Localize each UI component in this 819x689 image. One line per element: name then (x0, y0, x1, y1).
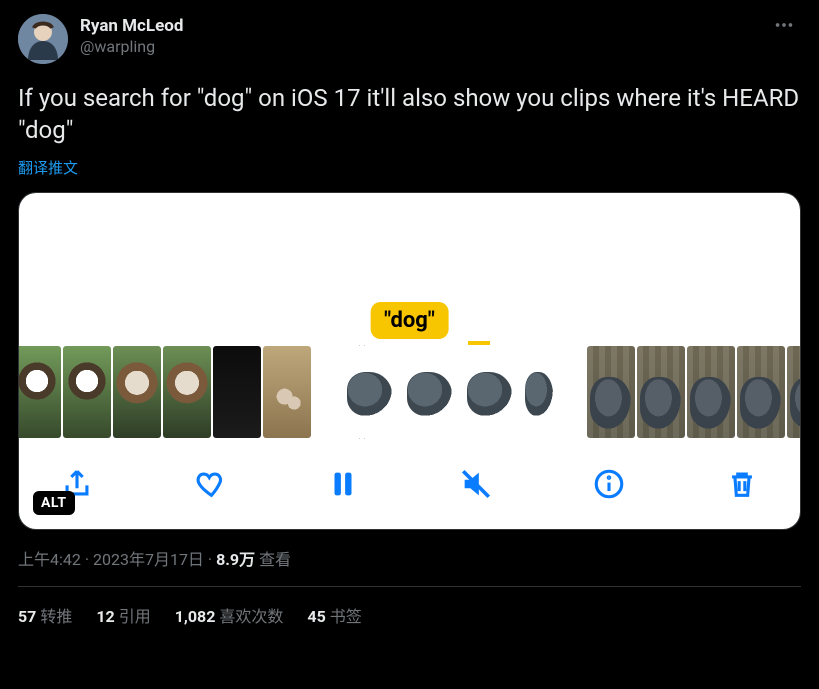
translate-link[interactable]: 翻译推文 (18, 157, 78, 178)
media-top-area: "dog" (19, 193, 800, 345)
thumbnail (737, 346, 785, 438)
likes-count: 1,082 (175, 607, 216, 626)
alt-badge[interactable]: ALT (33, 491, 75, 515)
thumbnail (637, 346, 685, 438)
mute-button[interactable] (456, 464, 496, 504)
tweet-meta: 上午4:42 · 2023年7月17日 · 8.9万 查看 (18, 546, 801, 570)
info-button[interactable] (589, 464, 629, 504)
media-inner: "dog" (19, 193, 800, 529)
bookmarks-stat[interactable]: 45 书签 (307, 603, 361, 627)
thumbnail (113, 346, 161, 438)
quotes-count: 12 (96, 607, 114, 626)
thumbnail (687, 346, 735, 438)
bookmarks-label: 书签 (330, 607, 362, 626)
clip-group-3 (587, 346, 800, 438)
like-button[interactable] (190, 464, 230, 504)
thumbnail (19, 346, 61, 438)
handle[interactable]: @warpling (80, 37, 767, 57)
meta-sep: · (81, 550, 93, 569)
likes-label: 喜欢次数 (219, 607, 283, 626)
tweet-text: If you search for "dog" on iOS 17 it'll … (18, 82, 801, 147)
thumbnail (213, 346, 261, 438)
more-button[interactable] (767, 14, 801, 37)
info-icon (592, 467, 626, 501)
retweets-label: 转推 (40, 607, 72, 626)
thumbnail (587, 346, 635, 438)
pause-icon (326, 467, 360, 501)
thumbnail (63, 346, 111, 438)
thumbnail (263, 346, 311, 438)
avatar-image (18, 14, 68, 64)
video-timeline[interactable] (19, 345, 800, 439)
retweets-count: 57 (18, 607, 36, 626)
retweets-stat[interactable]: 57转推 (18, 603, 72, 627)
quotes-stat[interactable]: 12 引用 (96, 603, 150, 627)
search-token-badge: "dog" (370, 302, 449, 339)
thumbnail (163, 346, 211, 438)
thumbnail (521, 346, 557, 438)
more-icon (773, 14, 795, 36)
bookmarks-count: 45 (307, 607, 325, 626)
tweet-header: Ryan McLeod @warpling (18, 14, 801, 64)
avatar[interactable] (18, 14, 68, 64)
mute-icon (459, 467, 493, 501)
trash-icon (725, 467, 759, 501)
clip-group-1 (19, 346, 311, 438)
tweet-date[interactable]: 2023年7月17日 (93, 550, 204, 569)
author-block: Ryan McLeod @warpling (80, 14, 767, 57)
display-name[interactable]: Ryan McLeod (80, 16, 767, 37)
thumbnail (461, 346, 519, 438)
thumbnail (401, 346, 459, 438)
thumbnail (787, 346, 800, 438)
media-attachment[interactable]: "dog" (18, 192, 801, 530)
meta-sep: · (204, 550, 216, 569)
tweet-time[interactable]: 上午4:42 (18, 550, 81, 569)
likes-stat[interactable]: 1,082喜欢次数 (175, 603, 284, 627)
video-toolbar (19, 439, 800, 529)
delete-button[interactable] (722, 464, 762, 504)
tweet-container: Ryan McLeod @warpling If you search for … (0, 0, 819, 637)
thumbnail (341, 346, 399, 438)
views-label: 查看 (259, 550, 291, 569)
quotes-label: 引用 (119, 607, 151, 626)
heart-icon (193, 467, 227, 501)
engagement-stats: 57转推 12 引用 1,082喜欢次数 45 书签 (18, 587, 801, 633)
views-count: 8.9万 (216, 550, 255, 569)
clip-group-2 (341, 346, 557, 438)
pause-button[interactable] (323, 464, 363, 504)
